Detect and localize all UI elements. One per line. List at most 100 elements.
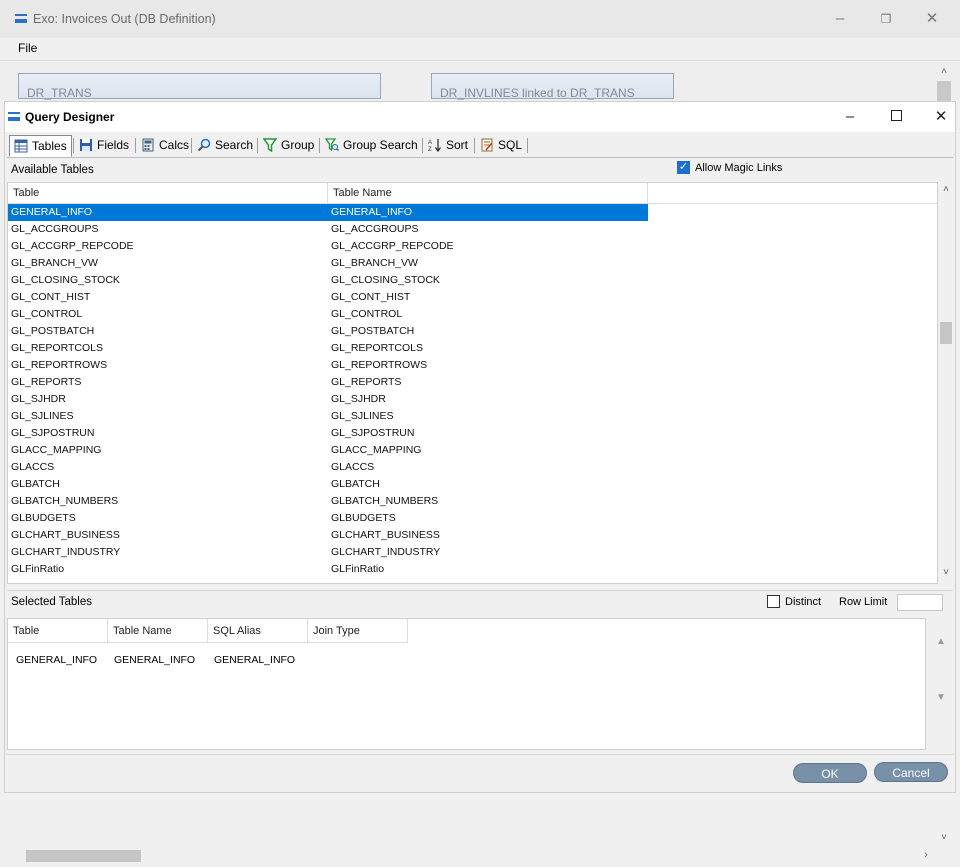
tab-group-search[interactable]: Group Search [321, 135, 422, 155]
column-header-table[interactable]: Table [8, 183, 328, 204]
cell-table-name: GL_REPORTCOLS [331, 342, 424, 354]
selected-tables-grid: Table Table Name SQL Alias Join Type GEN… [7, 618, 926, 750]
move-up-arrow-icon[interactable]: ▲ [934, 636, 948, 650]
tab-separator [474, 138, 475, 153]
table-row[interactable]: GL_BRANCH_VW GL_BRANCH_VW [8, 255, 648, 272]
cancel-button[interactable]: Cancel [874, 762, 948, 782]
table-box-dr-trans[interactable]: DR_TRANS [18, 73, 381, 100]
outer-scroll-right-icon[interactable]: › [919, 849, 933, 863]
table-row[interactable]: GENERAL_INFO GENERAL_INFO GENERAL_INFO [8, 652, 408, 669]
outer-scroll-thumb[interactable] [937, 81, 951, 101]
magnifier-icon [197, 138, 211, 152]
outer-horizontal-scrollbar[interactable] [5, 848, 924, 864]
table-row[interactable]: GL_SJHDR GL_SJHDR [8, 391, 648, 408]
table-row[interactable]: GL_SJPOSTRUN GL_SJPOSTRUN [8, 425, 648, 442]
cell-table-name: GL_REPORTS [331, 376, 402, 388]
table-row[interactable]: GLBATCH_NUMBERS GLBATCH_NUMBERS [8, 493, 648, 510]
scroll-down-icon[interactable]: ˅ [939, 567, 953, 581]
cell-table-name: GENERAL_INFO [114, 654, 196, 666]
table-row[interactable]: GL_REPORTCOLS GL_REPORTCOLS [8, 340, 648, 357]
table-row[interactable]: GL_POSTBATCH GL_POSTBATCH [8, 323, 648, 340]
table-row[interactable]: GLCHART_BUSINESS GLCHART_BUSINESS [8, 527, 648, 544]
tab-fields[interactable]: Fields [75, 135, 133, 155]
row-limit-label: Row Limit [839, 596, 888, 608]
table-box-dr-invlines[interactable]: DR_INVLINES linked to DR_TRANS [431, 73, 674, 100]
cell-table-name: GL_SJLINES [331, 410, 394, 422]
tab-tables[interactable]: Tables [9, 135, 72, 157]
table-row[interactable]: GLFinRatio GLFinRatio [8, 561, 648, 578]
column-header-sql-alias[interactable]: SQL Alias [208, 619, 308, 643]
cell-table: GLACCS [11, 461, 55, 473]
move-down-arrow-icon[interactable]: ▼ [934, 692, 948, 706]
cell-table: GL_ACCGROUPS [11, 223, 99, 235]
tab-separator [135, 138, 136, 153]
ok-button[interactable]: OK [793, 763, 867, 783]
table-row[interactable]: GL_REPORTS GL_REPORTS [8, 374, 648, 391]
dialog-menu-icon[interactable] [8, 112, 20, 121]
menu-file[interactable]: File [18, 41, 37, 55]
app-menu-icon[interactable] [15, 14, 27, 23]
cell-table: GL_ACCGRP_REPCODE [11, 240, 134, 252]
header-filler [648, 183, 937, 204]
sort-az-icon: AZ [428, 138, 442, 153]
tab-separator [191, 138, 192, 153]
cell-table-name: GL_REPORTROWS [331, 359, 428, 371]
dialog-close-icon[interactable]: ✕ [929, 105, 953, 129]
table-row[interactable]: GL_ACCGROUPS GL_ACCGROUPS [8, 221, 648, 238]
tab-group[interactable]: Group [259, 135, 318, 155]
outer-restore-icon[interactable]: ❐ [874, 7, 898, 31]
column-header-table-name[interactable]: Table Name [108, 619, 208, 643]
cell-table-name: GL_CONTROL [331, 308, 403, 320]
dialog-minimize-icon[interactable]: – [838, 105, 862, 129]
table-row[interactable]: GENERAL_INFO GENERAL_INFO [8, 204, 648, 221]
outer-scroll-down-icon[interactable]: ˅ [937, 832, 951, 846]
table-row[interactable]: GL_CONTROL GL_CONTROL [8, 306, 648, 323]
table-row[interactable]: GLCHART_INDUSTRY GLCHART_INDUSTRY [8, 544, 648, 561]
cell-table: GL_REPORTS [11, 376, 82, 388]
tab-label: SQL [498, 138, 523, 152]
tab-label: Group [281, 138, 315, 152]
outer-minimize-icon[interactable]: – [828, 7, 852, 31]
scroll-up-icon[interactable]: ˄ [939, 184, 953, 198]
scroll-thumb[interactable] [940, 322, 952, 344]
table-row[interactable]: GL_ACCGRP_REPCODE GL_ACCGRP_REPCODE [8, 238, 648, 255]
table-row[interactable]: GLACCS GLACCS [8, 459, 648, 476]
cell-table-name: GLACCS [331, 461, 375, 473]
cell-table-name: GL_ACCGRP_REPCODE [331, 240, 454, 252]
tab-search[interactable]: Search [193, 135, 257, 155]
table-row[interactable]: GL_CLOSING_STOCK GL_CLOSING_STOCK [8, 272, 648, 289]
cell-sql-alias: GENERAL_INFO [214, 654, 296, 666]
available-tables-scrollbar[interactable]: ˄ ˅ [938, 182, 954, 584]
table-row[interactable]: GL_CONT_HIST GL_CONT_HIST [8, 289, 648, 306]
dialog-maximize-icon[interactable] [891, 110, 902, 121]
dialog-title: Query Designer [25, 110, 115, 124]
column-header-table-name[interactable]: Table Name [328, 183, 648, 204]
column-header-join-type[interactable]: Join Type [308, 619, 408, 643]
table-row[interactable]: GLBUDGETS GLBUDGETS [8, 510, 648, 527]
table-row[interactable]: GL_REPORTROWS GL_REPORTROWS [8, 357, 648, 374]
cell-table-name: GL_SJPOSTRUN [331, 427, 415, 439]
tab-sort[interactable]: AZ Sort [424, 135, 472, 155]
allow-magic-links-checkbox[interactable]: ✓ [677, 161, 690, 174]
column-header-table[interactable]: Table [8, 619, 108, 643]
cell-table: GL_SJPOSTRUN [11, 427, 95, 439]
tab-calcs[interactable]: Calcs [137, 135, 193, 155]
floppy-disk-icon [79, 138, 93, 152]
row-limit-input[interactable] [897, 594, 943, 611]
tab-separator [319, 138, 320, 153]
outer-scroll-up-icon[interactable]: ˄ [937, 66, 951, 80]
outer-close-icon[interactable]: ✕ [920, 7, 944, 31]
designer-tab-bar: Tables Fields Calcs Search Group Group S… [7, 133, 953, 158]
tab-sql[interactable]: SQL [476, 135, 526, 155]
distinct-label: Distinct [785, 596, 822, 608]
cell-table-name: GL_SJHDR [331, 393, 386, 405]
horizontal-scroll-thumb[interactable] [26, 850, 141, 862]
table-row[interactable]: GLBATCH GLBATCH [8, 476, 648, 493]
table-row[interactable]: GL_SJLINES GL_SJLINES [8, 408, 648, 425]
sql-script-icon [480, 138, 494, 152]
cell-table-name: GL_CLOSING_STOCK [331, 274, 440, 286]
cell-table-name: GLACC_MAPPING [331, 444, 422, 456]
table-row[interactable]: GLACC_MAPPING GLACC_MAPPING [8, 442, 648, 459]
outer-bottom-area: ˅ › [0, 794, 960, 867]
distinct-checkbox[interactable] [767, 595, 780, 608]
